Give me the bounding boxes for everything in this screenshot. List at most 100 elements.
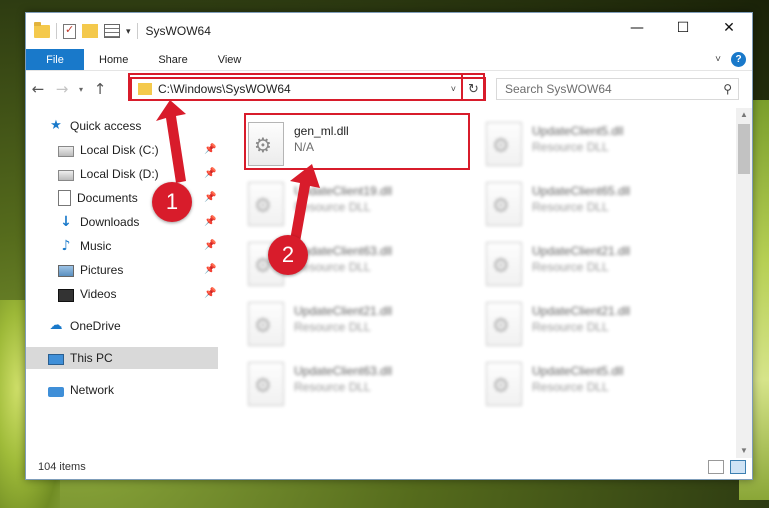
- file-item[interactable]: ⚙ UpdateClient63.dll Resource DLL: [248, 358, 468, 410]
- large-icons-view-icon[interactable]: [730, 460, 746, 474]
- dll-file-icon: ⚙: [248, 362, 284, 406]
- tab-view[interactable]: View: [203, 49, 257, 70]
- quick-access-toolbar: ▾: [26, 21, 138, 39]
- expand-ribbon-icon[interactable]: ˅: [715, 54, 721, 65]
- file-type: Resource DLL: [294, 200, 371, 214]
- star-icon: ★: [50, 118, 62, 133]
- vertical-scrollbar[interactable]: ▲ ▼: [736, 108, 752, 458]
- sidebar-item-label: Videos: [80, 287, 117, 301]
- file-text: UpdateClient63.dll Resource DLL: [294, 238, 392, 274]
- search-input[interactable]: Search SysWOW64 ⚲: [496, 78, 739, 100]
- file-text: UpdateClient63.dll Resource DLL: [294, 358, 392, 394]
- scroll-thumb[interactable]: [738, 124, 750, 174]
- gear-icon: ⚙: [254, 313, 272, 337]
- gear-icon: ⚙: [492, 373, 510, 397]
- gear-icon: ⚙: [492, 313, 510, 337]
- file-type: Resource DLL: [532, 380, 609, 394]
- gear-icon: ⚙: [492, 253, 510, 277]
- file-name: UpdateClient5.dll: [532, 124, 624, 138]
- up-button[interactable]: ↑: [88, 80, 112, 98]
- sidebar-item-quick-access[interactable]: ★ Quick access: [48, 115, 208, 137]
- pin-icon[interactable]: 📌: [204, 168, 216, 179]
- refresh-highlight-box: [461, 73, 485, 101]
- sidebar-item-onedrive[interactable]: ☁ OneDrive: [48, 315, 208, 337]
- close-button[interactable]: ✕: [706, 13, 752, 43]
- gear-icon: ⚙: [254, 193, 272, 217]
- file-type: Resource DLL: [294, 260, 371, 274]
- sidebar-item-downloads[interactable]: ↓ Downloads: [58, 211, 218, 233]
- tab-share[interactable]: Share: [143, 49, 202, 70]
- file-text: UpdateClient65.dll Resource DLL: [532, 178, 630, 214]
- dll-file-icon: ⚙: [486, 302, 522, 346]
- list-view-icon[interactable]: [104, 24, 120, 38]
- sidebar-item-documents[interactable]: Documents: [58, 187, 218, 209]
- file-name: UpdateClient21.dll: [532, 244, 631, 258]
- file-name: UpdateClient21.dll: [532, 304, 631, 318]
- sidebar-item-label: Quick access: [70, 119, 142, 133]
- sidebar-item-label: OneDrive: [70, 319, 121, 333]
- dll-file-icon: ⚙: [248, 302, 284, 346]
- drive-icon: [58, 170, 74, 181]
- sidebar-item-label: This PC: [70, 351, 113, 365]
- network-icon: [48, 386, 64, 397]
- new-folder-icon[interactable]: [82, 24, 98, 38]
- sidebar-item-videos[interactable]: Videos: [58, 283, 218, 305]
- gear-icon: ⚙: [492, 193, 510, 217]
- customize-toolbar-icon[interactable]: ▾: [126, 26, 131, 37]
- file-name: UpdateClient63.dll: [294, 364, 393, 378]
- scroll-up-icon[interactable]: ▲: [736, 108, 752, 122]
- search-placeholder: Search SysWOW64: [505, 82, 612, 96]
- step-marker-2: 2: [268, 235, 308, 275]
- dll-file-icon: ⚙: [486, 122, 522, 166]
- file-text: UpdateClient21.dll Resource DLL: [532, 238, 630, 274]
- dll-file-icon: ⚙: [486, 362, 522, 406]
- sidebar-item-local-disk-c[interactable]: Local Disk (C:): [58, 139, 218, 161]
- tab-file[interactable]: File: [26, 49, 84, 70]
- minimize-button[interactable]: —: [614, 13, 660, 43]
- sidebar-item-label: Documents: [77, 191, 138, 205]
- file-name: UpdateClient19.dll: [294, 184, 393, 198]
- pin-icon[interactable]: 📌: [204, 240, 216, 251]
- file-text: UpdateClient19.dll Resource DLL: [294, 178, 392, 214]
- sidebar-item-music[interactable]: ♪ Music: [58, 235, 218, 257]
- search-icon: ⚲: [723, 82, 732, 96]
- file-type: Resource DLL: [294, 320, 371, 334]
- sidebar-item-label: Pictures: [80, 263, 124, 277]
- sidebar-item-network[interactable]: Network: [48, 379, 208, 401]
- back-button[interactable]: ←: [26, 80, 50, 98]
- tab-home[interactable]: Home: [84, 49, 143, 70]
- sidebar-item-pictures[interactable]: Pictures: [58, 259, 218, 281]
- file-item[interactable]: ⚙ UpdateClient19.dll Resource DLL: [248, 178, 468, 230]
- pin-icon[interactable]: 📌: [204, 288, 216, 299]
- dll-file-icon: ⚙: [248, 182, 284, 226]
- folder-icon: [34, 21, 50, 38]
- pin-icon[interactable]: 📌: [204, 216, 216, 227]
- download-icon: ↓: [60, 214, 72, 230]
- file-item[interactable]: ⚙ UpdateClient5.dll Resource DLL: [486, 118, 706, 170]
- file-item[interactable]: ⚙ UpdateClient21.dll Resource DLL: [486, 298, 706, 350]
- file-type: Resource DLL: [532, 320, 609, 334]
- sidebar-item-local-disk-d[interactable]: Local Disk (D:): [58, 163, 218, 185]
- dll-file-icon: ⚙: [486, 242, 522, 286]
- address-highlight-box: [128, 73, 485, 101]
- file-name: UpdateClient65.dll: [532, 184, 631, 198]
- file-item[interactable]: ⚙ UpdateClient21.dll Resource DLL: [486, 238, 706, 290]
- pin-icon[interactable]: 📌: [204, 192, 216, 203]
- help-icon[interactable]: ?: [731, 52, 746, 67]
- file-item[interactable]: ⚙ UpdateClient21.dll Resource DLL: [248, 298, 468, 350]
- pin-icon[interactable]: 📌: [204, 144, 216, 155]
- file-text: UpdateClient5.dll Resource DLL: [532, 118, 623, 154]
- file-type: Resource DLL: [532, 200, 609, 214]
- pin-icon[interactable]: 📌: [204, 264, 216, 275]
- window-title: SysWOW64: [145, 24, 211, 38]
- file-text: UpdateClient5.dll Resource DLL: [532, 358, 623, 394]
- sidebar-item-this-pc[interactable]: This PC: [26, 347, 218, 369]
- forward-button[interactable]: →: [50, 80, 74, 98]
- recent-locations-icon[interactable]: ▾: [74, 85, 88, 94]
- maximize-button[interactable]: ☐: [660, 13, 706, 43]
- cloud-icon: ☁: [49, 318, 63, 333]
- file-item[interactable]: ⚙ UpdateClient5.dll Resource DLL: [486, 358, 706, 410]
- properties-icon[interactable]: [63, 23, 76, 39]
- details-view-icon[interactable]: [708, 460, 724, 474]
- file-item[interactable]: ⚙ UpdateClient65.dll Resource DLL: [486, 178, 706, 230]
